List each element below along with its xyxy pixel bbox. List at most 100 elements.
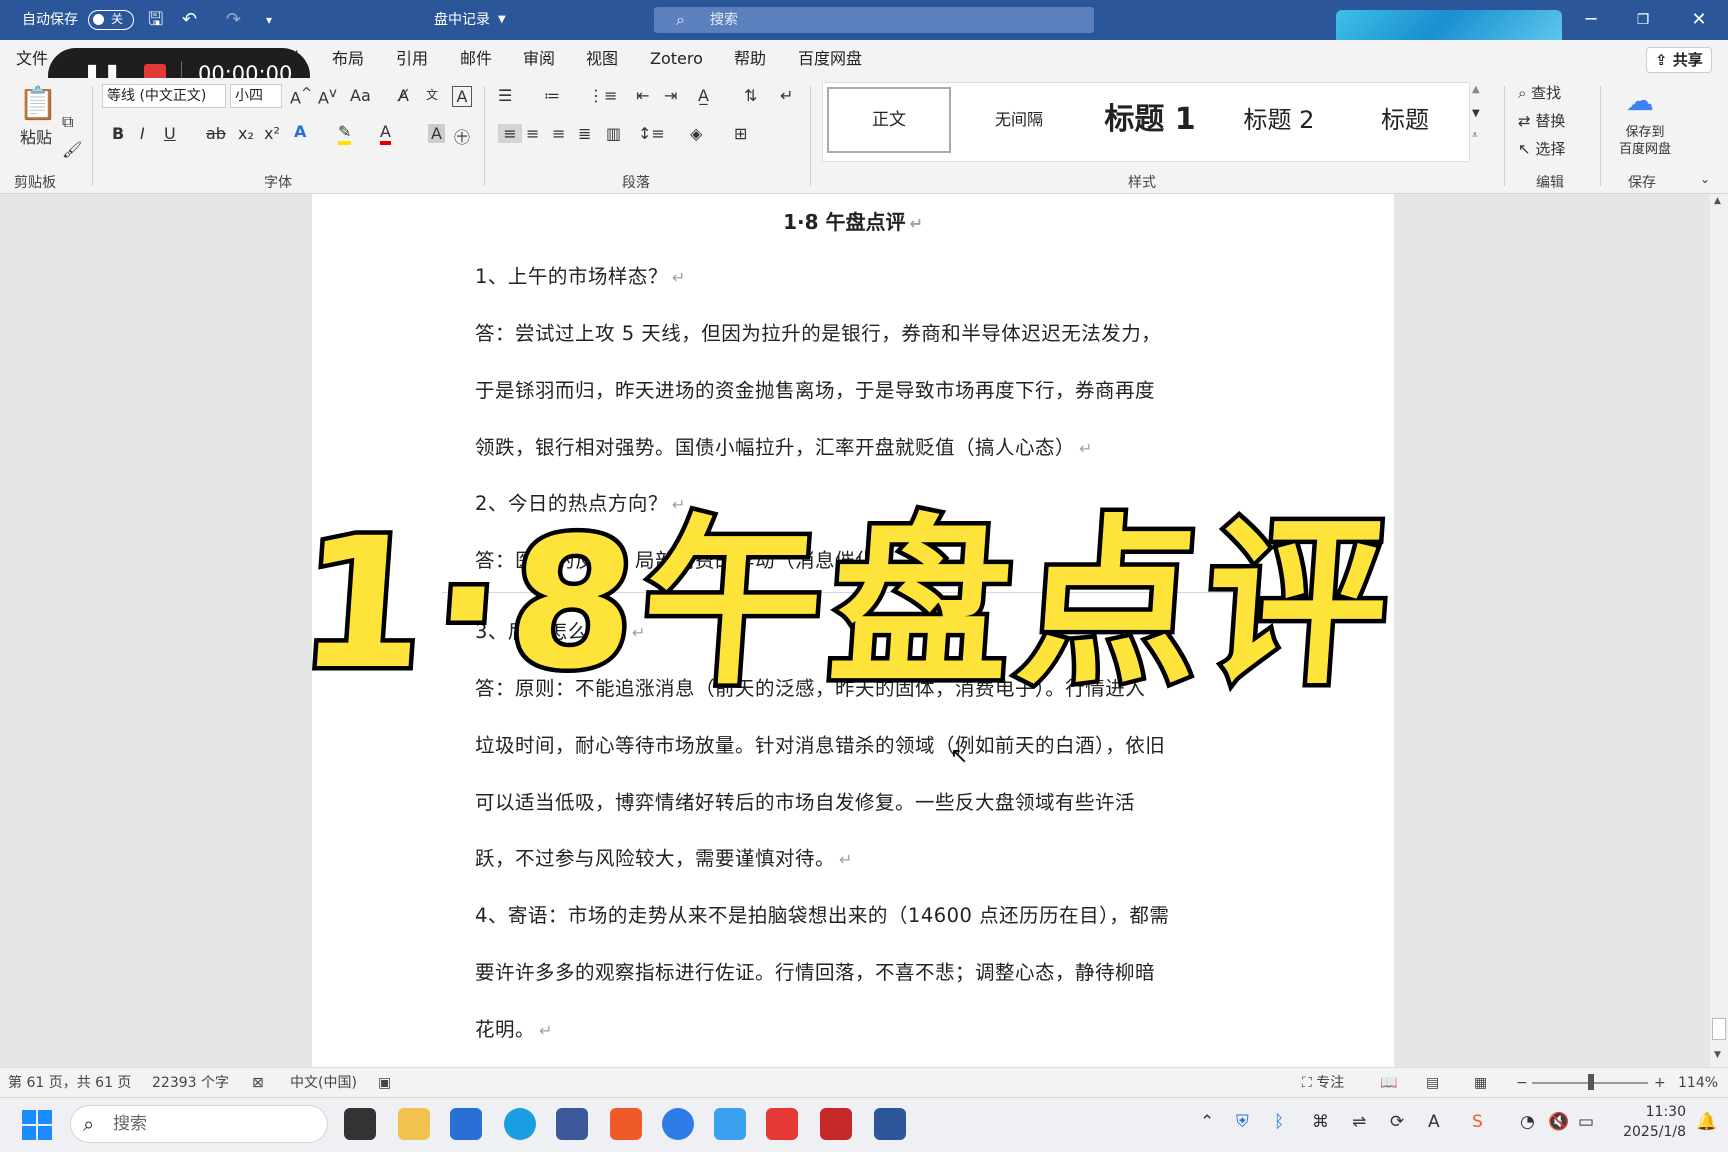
chinese-layout-icon[interactable]: A̲ — [698, 86, 709, 105]
increase-indent-icon[interactable]: ⇥ — [664, 86, 677, 105]
font-size-select[interactable]: 小四 — [230, 84, 282, 108]
font-color-icon[interactable]: A — [380, 122, 391, 145]
settings-tray-icon[interactable]: ⇌ — [1352, 1112, 1366, 1132]
autosave-toggle[interactable]: 关 — [88, 10, 134, 30]
strikethrough-icon[interactable]: ab — [206, 124, 226, 143]
phonetic-guide-icon[interactable]: 文 — [426, 86, 438, 103]
distributed-icon[interactable]: ▥ — [606, 124, 621, 143]
replace-button[interactable]: ⇄ 替换 — [1518, 110, 1565, 131]
app-icon[interactable] — [662, 1108, 694, 1140]
wps-icon[interactable] — [766, 1108, 798, 1140]
scroll-down-icon[interactable]: ▼ — [1714, 1050, 1721, 1060]
card-game-icon[interactable] — [820, 1108, 852, 1140]
menu-mailings[interactable]: 邮件 — [460, 40, 492, 78]
menu-layout[interactable]: 布局 — [332, 40, 364, 78]
show-marks-icon[interactable]: ↵ — [780, 86, 793, 105]
find-button[interactable]: ⌕ 查找 — [1518, 82, 1561, 103]
menu-help[interactable]: 帮助 — [734, 40, 766, 78]
share-button[interactable]: ⇪ 共享 — [1646, 47, 1712, 73]
focus-button[interactable]: ⛶ 专注 — [1302, 1068, 1344, 1098]
change-case-button[interactable]: Aa — [350, 86, 371, 105]
align-left-icon[interactable]: ≡ — [498, 124, 522, 143]
zoom-in-icon[interactable]: + — [1654, 1068, 1666, 1098]
cloud-app-icon[interactable] — [714, 1108, 746, 1140]
menu-baidu-netdisk[interactable]: 百度网盘 — [798, 40, 862, 78]
numbering-icon[interactable]: ≔ — [544, 86, 560, 105]
microsoft-store-icon[interactable] — [450, 1108, 482, 1140]
language-indicator[interactable]: 中文(中国) — [290, 1068, 357, 1098]
styles-scroll-down-icon[interactable]: ▼ — [1472, 108, 1480, 119]
word-count[interactable]: 22393 个字 — [152, 1068, 229, 1098]
word-icon[interactable] — [874, 1108, 906, 1140]
notification-icon[interactable]: 🔔 — [1696, 1112, 1717, 1132]
save-to-baidu-button[interactable]: 保存到 百度网盘 — [1612, 124, 1678, 158]
sync-icon[interactable]: ⟳ — [1390, 1112, 1404, 1132]
windows-start-icon[interactable] — [22, 1110, 52, 1140]
bullets-icon[interactable]: ☰ — [498, 86, 512, 105]
format-painter-icon[interactable]: 🖌 — [62, 140, 82, 159]
shrink-font-icon[interactable]: Av — [318, 86, 337, 107]
minimize-icon[interactable]: ─ — [1568, 0, 1614, 40]
align-right-icon[interactable]: ≡ — [552, 124, 565, 143]
app-tray-icon[interactable]: ⌘ — [1312, 1112, 1329, 1132]
security-icon[interactable]: ⛨ — [1236, 1112, 1249, 1132]
close-icon[interactable]: ✕ — [1676, 0, 1722, 40]
app-icon[interactable] — [556, 1108, 588, 1140]
edge-browser-icon[interactable] — [504, 1108, 536, 1140]
menu-view[interactable]: 视图 — [586, 40, 618, 78]
page-count[interactable]: 第 61 页，共 61 页 — [8, 1068, 131, 1098]
paste-button[interactable]: 粘贴 — [20, 124, 52, 148]
style-normal[interactable]: 正文 — [827, 87, 951, 153]
zoom-slider-thumb[interactable] — [1588, 1074, 1594, 1090]
menu-zotero[interactable]: Zotero — [650, 40, 703, 78]
style-heading-2[interactable]: 标题 2 — [1217, 87, 1341, 153]
styles-scroll-up-icon[interactable]: ▲ — [1472, 84, 1480, 95]
huawei-app-icon[interactable] — [610, 1108, 642, 1140]
volume-muted-icon[interactable]: 🔇 — [1548, 1112, 1569, 1132]
print-layout-icon[interactable]: ▤ — [1426, 1068, 1439, 1098]
file-explorer-icon[interactable] — [398, 1108, 430, 1140]
align-center-icon[interactable]: ≡ — [526, 124, 539, 143]
char-shading-icon[interactable]: A — [428, 124, 445, 143]
wifi-icon[interactable]: ◔ — [1520, 1112, 1535, 1132]
collapse-ribbon-icon[interactable]: ⌄ — [1700, 172, 1710, 186]
borders-icon[interactable]: ⊞ — [734, 124, 747, 143]
styles-more-icon[interactable]: ⩡ — [1472, 130, 1478, 141]
zoom-level[interactable]: 114% — [1678, 1068, 1718, 1098]
italic-icon[interactable]: I — [140, 124, 145, 143]
justify-icon[interactable]: ≣ — [578, 124, 591, 143]
input-method-icon[interactable]: S — [1472, 1112, 1483, 1132]
text-effects-icon[interactable]: A — [294, 122, 306, 141]
redo-icon[interactable]: ↷ — [226, 0, 241, 40]
copy-icon[interactable]: ⧉ — [62, 112, 73, 132]
scrollbar-thumb[interactable] — [1712, 1018, 1726, 1040]
web-layout-icon[interactable]: ▦ — [1474, 1068, 1487, 1098]
enclose-char-icon[interactable]: ㊉ — [454, 124, 470, 148]
clock-date[interactable]: 2025/1/8 — [1612, 1124, 1686, 1140]
menu-file[interactable]: 文件 — [16, 40, 48, 78]
sort-icon[interactable]: ⇅ — [744, 86, 757, 105]
show-hidden-icons-icon[interactable]: ⌃ — [1200, 1112, 1214, 1132]
menu-references[interactable]: 引用 — [396, 40, 428, 78]
proofing-icon[interactable]: ⊠ — [252, 1068, 264, 1098]
undo-icon[interactable]: ↶ — [182, 0, 197, 40]
customize-qat-icon[interactable]: ▾ — [266, 0, 272, 40]
taskbar-search-input[interactable]: ⌕ 搜索 — [70, 1105, 328, 1143]
style-heading-1[interactable]: 标题 1 — [1085, 87, 1215, 153]
subscript-icon[interactable]: x₂ — [238, 124, 254, 143]
clock-time[interactable]: 11:30 — [1616, 1104, 1686, 1120]
search-input[interactable]: ⌕ 搜索 — [654, 7, 1094, 33]
read-mode-icon[interactable]: 📖 — [1380, 1068, 1397, 1098]
superscript-icon[interactable]: x² — [264, 124, 280, 143]
bluetooth-icon[interactable]: ᛒ — [1274, 1112, 1284, 1132]
style-no-spacing[interactable]: 无间隔 — [957, 87, 1081, 153]
ime-icon[interactable]: A — [1428, 1112, 1440, 1132]
vertical-scrollbar[interactable]: ▲ ▼ — [1710, 194, 1728, 1067]
battery-icon[interactable]: ▭ — [1578, 1112, 1594, 1132]
char-border-icon[interactable]: A — [452, 86, 472, 107]
zoom-out-icon[interactable]: − — [1516, 1068, 1528, 1098]
underline-icon[interactable]: U — [164, 124, 176, 143]
clear-format-icon[interactable]: A̸ — [398, 86, 409, 105]
paste-icon[interactable]: 📋 — [18, 84, 58, 122]
font-name-select[interactable]: 等线 (中文正文) — [102, 84, 226, 108]
